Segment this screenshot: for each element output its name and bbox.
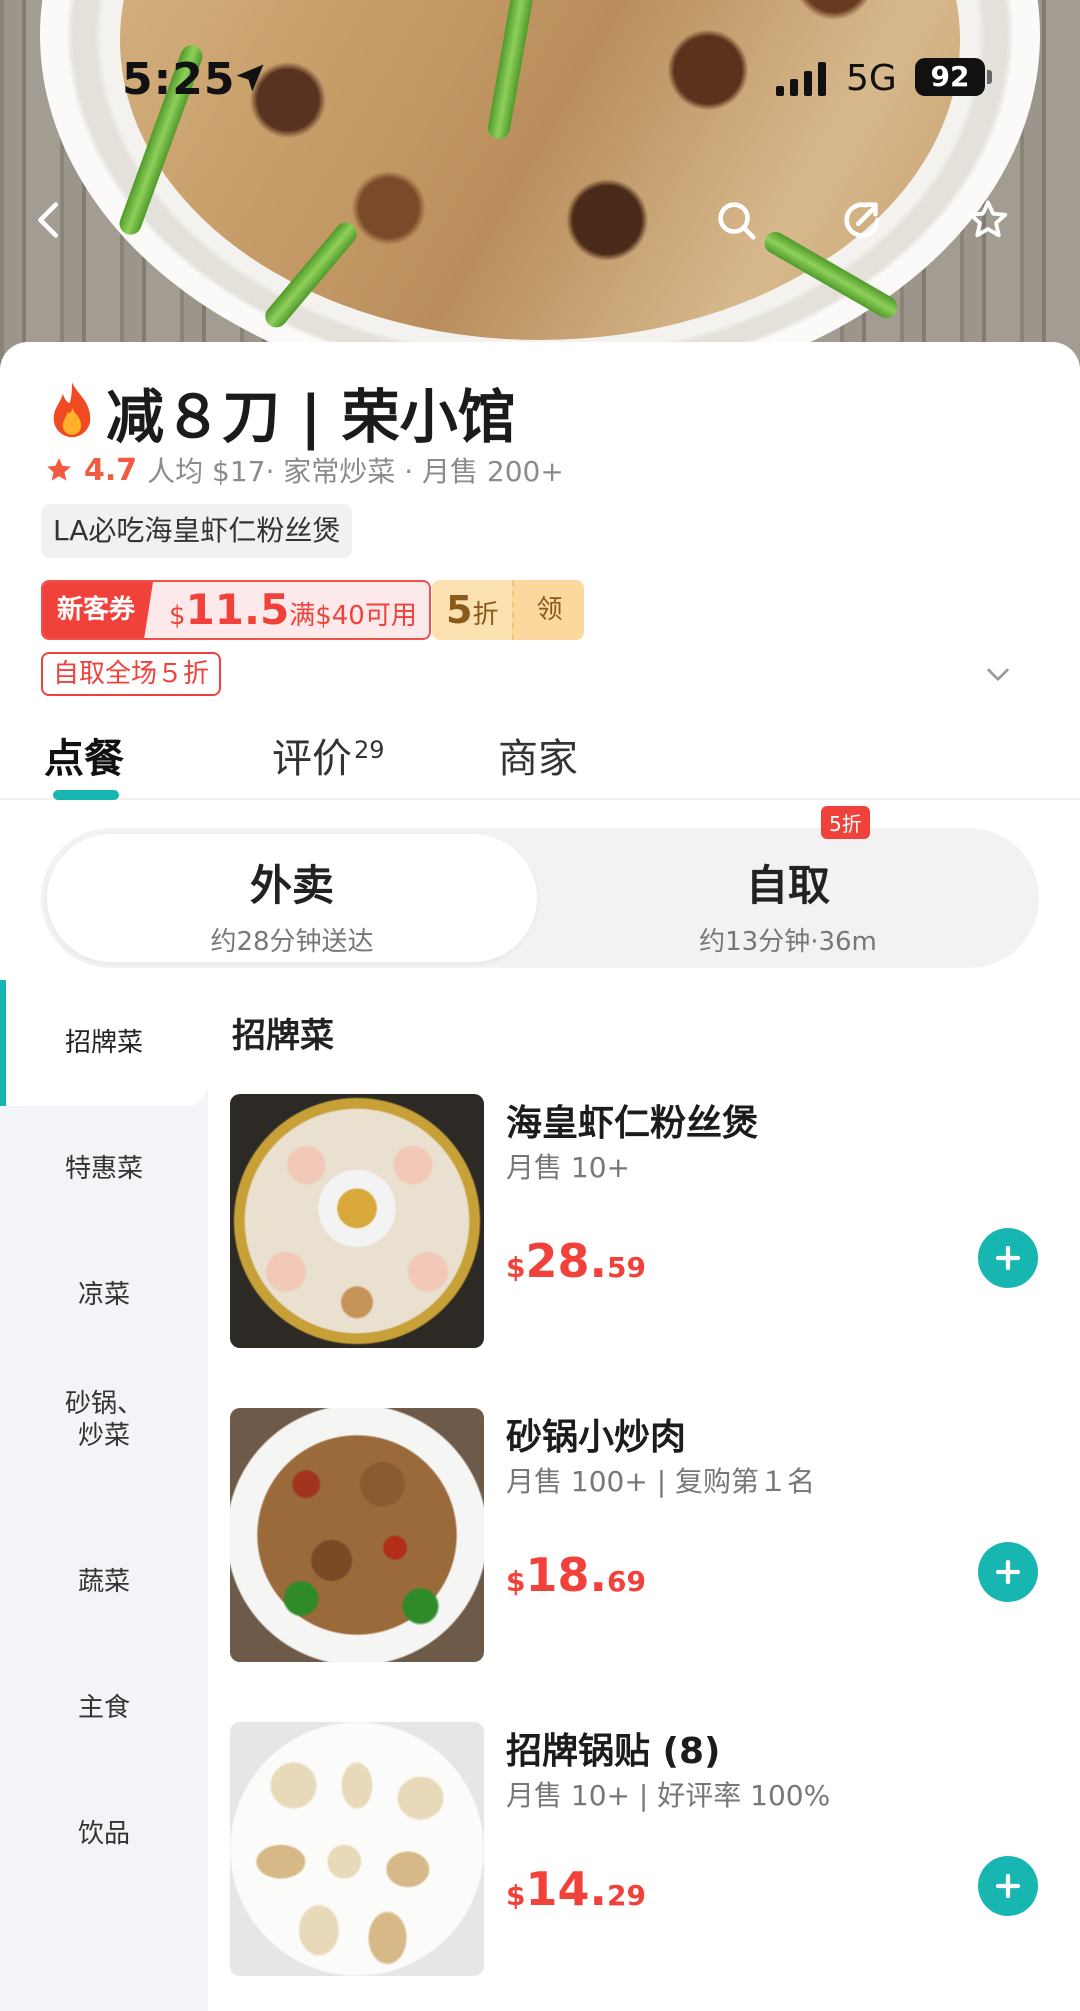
discount-value-group: 5折 <box>432 580 513 640</box>
dish-photo <box>230 1722 484 1976</box>
cellular-signal-icon <box>776 62 826 96</box>
delivery-eta: 约28分钟送达 <box>210 927 374 957</box>
dish-price: $ 14. 29 <box>506 1862 646 1916</box>
dish-sales: 月售 10+ | 好评率 100% <box>506 1779 831 1812</box>
battery-cap <box>987 70 992 84</box>
chevron-down-icon[interactable] <box>982 658 1014 690</box>
dish-name: 招牌锅贴 (8) <box>506 1731 721 1772</box>
discount-coupon[interactable]: 5折 领 <box>432 580 585 640</box>
dish-photo <box>230 1094 484 1348</box>
dish-name: 海皇虾仁粉丝煲 <box>506 1103 759 1144</box>
coupon-condition: 满$40可用 <box>289 601 417 631</box>
price-decimal: 59 <box>606 1251 646 1284</box>
star-outline-icon <box>968 200 1008 238</box>
price-currency: $ <box>506 1879 526 1912</box>
plus-icon <box>995 1873 1021 1899</box>
delivery-option[interactable]: 外卖 约28分钟送达 <box>47 834 537 962</box>
pickup-eta: 约13分钟·36m <box>699 927 877 957</box>
store-tabs: 点餐 评价29 商家 <box>0 718 1080 800</box>
review-count: 29 <box>354 736 385 764</box>
price-integer: 18. <box>525 1548 607 1602</box>
claim-button[interactable]: 领 <box>512 580 585 640</box>
battery-indicator: 92 <box>915 58 985 96</box>
fulfillment-toggle: 外卖 约28分钟送达 自取 约13分钟·36m 5折 <box>41 806 1039 968</box>
add-to-cart-button[interactable] <box>978 1856 1038 1916</box>
category-claypot-stirfry[interactable]: 砂锅、 炒菜 <box>0 1388 208 1452</box>
share-icon <box>844 202 880 238</box>
store-title: 减８刀 | 荣小馆 <box>44 370 516 454</box>
store-meta-text: 人均 $17· 家常炒菜 · 月售 200+ <box>147 455 564 488</box>
store-name: 减８刀 | 荣小馆 <box>106 383 516 451</box>
chevron-left-icon <box>38 202 59 238</box>
pickup-title: 自取 <box>745 861 830 910</box>
store-sheet: 减８刀 | 荣小馆 4.7 人均 $17· 家常炒菜 · 月售 200+ LA必… <box>0 342 1080 2011</box>
section-title: 招牌菜 <box>232 1016 334 1056</box>
add-to-cart-button[interactable] <box>978 1542 1038 1602</box>
status-bar: 5:25 5G 92 <box>0 52 1080 112</box>
share-button[interactable] <box>832 190 892 250</box>
category-specials[interactable]: 特惠菜 <box>0 1153 208 1185</box>
coupon-currency: $ <box>169 601 186 631</box>
category-signature[interactable]: 招牌菜 <box>0 1027 208 1059</box>
rating-value: 4.7 <box>84 452 138 488</box>
network-type: 5G <box>846 58 897 99</box>
status-time: 5:25 <box>122 54 236 105</box>
dish-sales: 月售 10+ <box>506 1151 630 1184</box>
pickup-option[interactable]: 自取 约13分钟·36m <box>543 834 1033 962</box>
price-integer: 14. <box>525 1862 607 1916</box>
dish-photo <box>230 1408 484 1662</box>
tab-reviews-label: 评价 <box>272 736 352 782</box>
back-button[interactable] <box>20 190 80 250</box>
dish-card[interactable]: 砂锅小炒肉 月售 100+ | 复购第１名 $ 18. 69 <box>230 1408 1060 1662</box>
tab-merchant[interactable]: 商家 <box>498 726 578 784</box>
delivery-title: 外卖 <box>249 861 334 910</box>
tab-order[interactable]: 点餐 <box>44 726 124 784</box>
coupon-amount: 11.5 <box>185 585 290 634</box>
store-meta: 4.7 人均 $17· 家常炒菜 · 月售 200+ <box>44 450 564 490</box>
price-currency: $ <box>506 1251 526 1284</box>
dish-price: $ 28. 59 <box>506 1234 646 1288</box>
dish-name: 砂锅小炒肉 <box>506 1417 687 1458</box>
new-customer-coupon[interactable]: 新客券 $ 11.5 满$40可用 <box>41 580 431 640</box>
discount-value: 5 <box>446 588 473 632</box>
location-arrow-icon <box>236 64 264 92</box>
dish-card[interactable]: 海皇虾仁粉丝煲 月售 10+ $ 28. 59 <box>230 1094 1060 1348</box>
dish-price: $ 18. 69 <box>506 1548 646 1602</box>
fire-icon <box>53 382 91 438</box>
category-claypot-line1: 砂锅、 <box>64 1389 143 1419</box>
store-highlight-tag[interactable]: LA必吃海皇虾仁粉丝煲 <box>41 504 353 558</box>
category-drinks[interactable]: 饮品 <box>0 1818 208 1850</box>
dish-sales: 月售 100+ | 复购第１名 <box>506 1465 816 1498</box>
plus-icon <box>995 1559 1021 1585</box>
search-icon <box>718 202 756 240</box>
category-vegetables[interactable]: 蔬菜 <box>0 1566 208 1598</box>
pickup-discount-badge: 5折 <box>821 806 870 839</box>
star-filled-icon <box>47 458 71 481</box>
active-tab-indicator <box>53 790 119 800</box>
dish-card[interactable]: 招牌锅贴 (8) 月售 10+ | 好评率 100% $ 14. 29 <box>230 1722 1060 1976</box>
price-decimal: 69 <box>606 1565 646 1598</box>
search-button[interactable] <box>706 190 766 250</box>
price-currency: $ <box>506 1565 526 1598</box>
category-claypot-line2: 炒菜 <box>77 1421 130 1451</box>
add-to-cart-button[interactable] <box>978 1228 1038 1288</box>
category-staples[interactable]: 主食 <box>0 1692 208 1724</box>
coupon-label: 新客券 <box>43 582 154 638</box>
coupon-amount-group: $ 11.5 满$40可用 <box>153 582 429 638</box>
category-cold-dishes[interactable]: 凉菜 <box>0 1279 208 1311</box>
pickup-promo-tag: 自取全场５折 <box>41 652 222 696</box>
price-decimal: 29 <box>606 1879 646 1912</box>
plus-icon <box>995 1245 1021 1271</box>
discount-unit: 折 <box>472 600 499 630</box>
favorite-button[interactable] <box>958 190 1018 250</box>
tab-reviews[interactable]: 评价29 <box>272 726 385 784</box>
price-integer: 28. <box>525 1234 607 1288</box>
category-sidebar: 招牌菜 特惠菜 凉菜 砂锅、 炒菜 蔬菜 主食 饮品 <box>0 980 208 2011</box>
